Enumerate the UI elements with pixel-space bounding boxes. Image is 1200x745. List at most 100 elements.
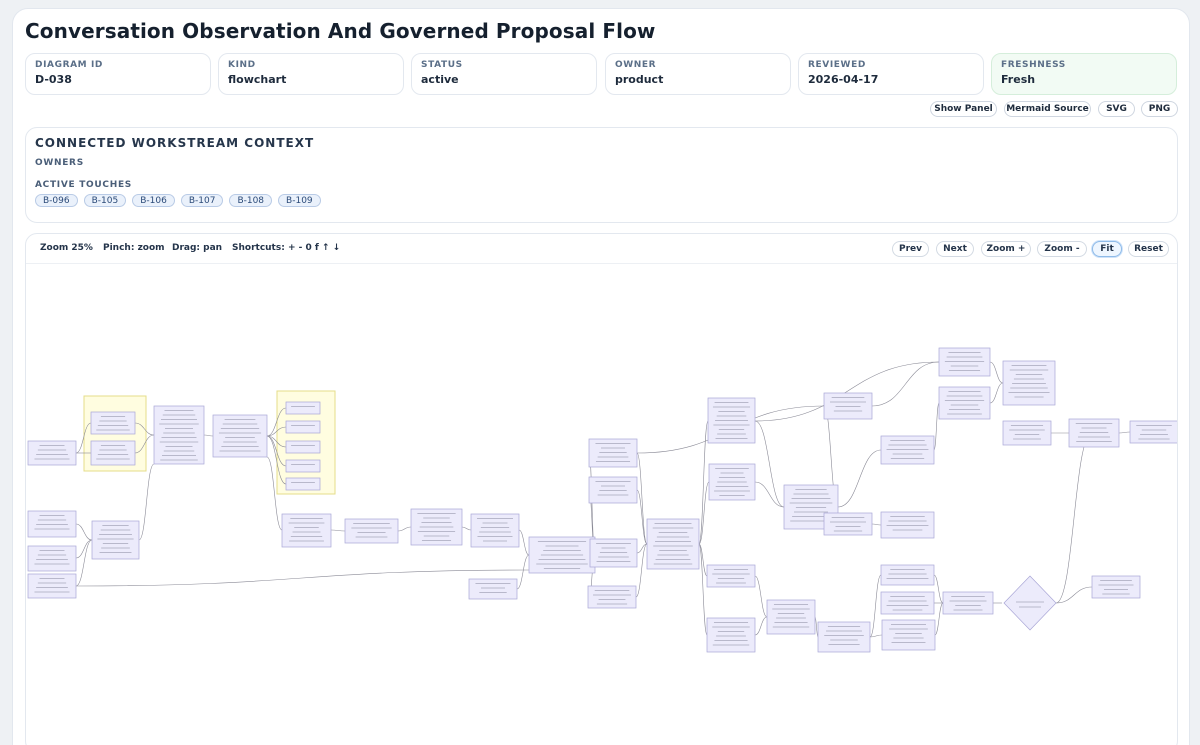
flowchart-edge [871,523,882,526]
flowchart-edge [203,434,214,437]
flowchart-edge [636,452,648,545]
flowchart-node [281,513,332,548]
prev-button[interactable]: Prev [892,241,929,257]
flowchart-node [823,392,873,420]
diagram-page: Conversation Observation And Governed Pr… [12,8,1190,745]
flowchart-edge [75,523,93,541]
flowchart-edge [989,361,1004,384]
flowchart-edge [869,574,882,638]
flowchart-edge [934,602,944,636]
flowchart-node [823,512,873,536]
flowchart-node [285,401,321,415]
diagram-canvas[interactable] [26,265,1177,745]
show-panel-button[interactable]: Show Panel [930,101,997,117]
png-export-button[interactable]: PNG [1141,101,1178,117]
fit-button[interactable]: Fit [1092,241,1122,257]
meta-label: OWNER [615,60,657,70]
meta-value: 2026-04-17 [808,73,879,86]
touch-chip[interactable]: B-109 [278,194,321,207]
flowchart-node [90,440,136,466]
flowchart-node [1091,575,1141,599]
pinch-hint: Pinch: zoom [103,243,165,253]
flowchart-node [285,440,321,454]
flowchart-edge [75,539,93,587]
flowchart-edge [871,361,940,407]
flowchart-edge [1118,431,1131,434]
touch-chip[interactable]: B-096 [35,194,78,207]
page-title: Conversation Observation And Governed Pr… [25,19,656,43]
mermaid-source-button[interactable]: Mermaid Source [1004,101,1091,117]
flowchart-edge [635,543,648,598]
flowchart-decision-node [1003,575,1057,631]
flowchart-node [470,513,520,548]
owners-label: OWNERS [35,158,84,168]
context-title: CONNECTED WORKSTREAM CONTEXT [35,136,315,150]
flowchart-edge [698,420,709,545]
flowchart-edge [75,539,93,559]
diagram-viewer: Zoom 25% Pinch: zoom Drag: pan Shortcuts… [25,233,1178,745]
flowchart-edge [754,481,785,508]
meta-reviewed: REVIEWED 2026-04-17 [798,53,984,95]
next-button[interactable]: Next [936,241,974,257]
zoom-in-button[interactable]: Zoom + [981,241,1031,257]
flowchart-node [344,518,399,544]
reset-button[interactable]: Reset [1128,241,1169,257]
flowchart-node [1002,420,1052,446]
flowchart-edge [138,463,155,541]
meta-value: active [421,73,459,86]
flowchart-node [27,573,77,599]
flowchart-edge [518,529,530,556]
flowchart-node [27,440,77,466]
touch-chip[interactable]: B-105 [83,194,127,207]
meta-label: DIAGRAM ID [35,60,103,70]
flowchart-node [706,564,756,588]
flowchart-node [90,411,136,435]
flowchart-edge [754,575,768,618]
flowchart-node [91,520,140,560]
meta-label: FRESHNESS [1001,60,1066,70]
meta-label: KIND [228,60,256,70]
meta-kind: KIND flowchart [218,53,404,95]
touch-chip[interactable]: B-106 [132,194,175,207]
zoom-level: Zoom 25% [40,243,93,253]
flowchart-edge [516,554,530,590]
flowchart-edge [698,543,708,636]
active-touches-label: ACTIVE TOUCHES [35,180,132,190]
flowchart-node [468,578,518,600]
flowchart-edge [933,402,940,451]
flowchart-edge [814,616,819,638]
flowchart-node [880,591,935,615]
flowchart-node [766,599,816,635]
meta-status: STATUS active [411,53,597,95]
flowchart-node [285,459,321,473]
flowchart-node [27,510,77,538]
flowchart-edge [754,616,768,636]
meta-owner: OWNER product [605,53,791,95]
viewer-toolbar: Zoom 25% Pinch: zoom Drag: pan Shortcuts… [26,234,1177,264]
svg-export-button[interactable]: SVG [1098,101,1135,117]
zoom-out-button[interactable]: Zoom - [1037,241,1087,257]
flowchart-node [588,476,638,504]
flowchart-node [880,511,935,539]
shortcuts-hint: Shortcuts: + - 0 f ↑ ↓ [232,243,341,253]
meta-value: Fresh [1001,73,1036,86]
flowchart-node [27,545,77,572]
flowchart-edge [397,526,412,532]
meta-label: STATUS [421,60,463,70]
meta-value: flowchart [228,73,287,86]
meta-label: REVIEWED [808,60,866,70]
flowchart-node [285,420,321,434]
touch-chip[interactable]: B-108 [229,194,273,207]
flowchart-edge [1055,432,1093,604]
flowchart-edge [75,569,530,587]
flowchart-node [646,518,700,570]
meta-freshness: FRESHNESS Fresh [991,53,1177,95]
workstream-context-panel: CONNECTED WORKSTREAM CONTEXT OWNERS ACTI… [25,127,1178,223]
flowchart-edge [330,529,346,532]
flowchart-edge [698,481,710,545]
touch-chip[interactable]: B-107 [180,194,224,207]
flowchart-edge [869,634,883,638]
flowchart-svg [27,347,1177,653]
touch-chips: B-096 B-105 B-106 B-107 B-108 B-109 [35,194,321,207]
flowchart-edge [1055,586,1093,604]
